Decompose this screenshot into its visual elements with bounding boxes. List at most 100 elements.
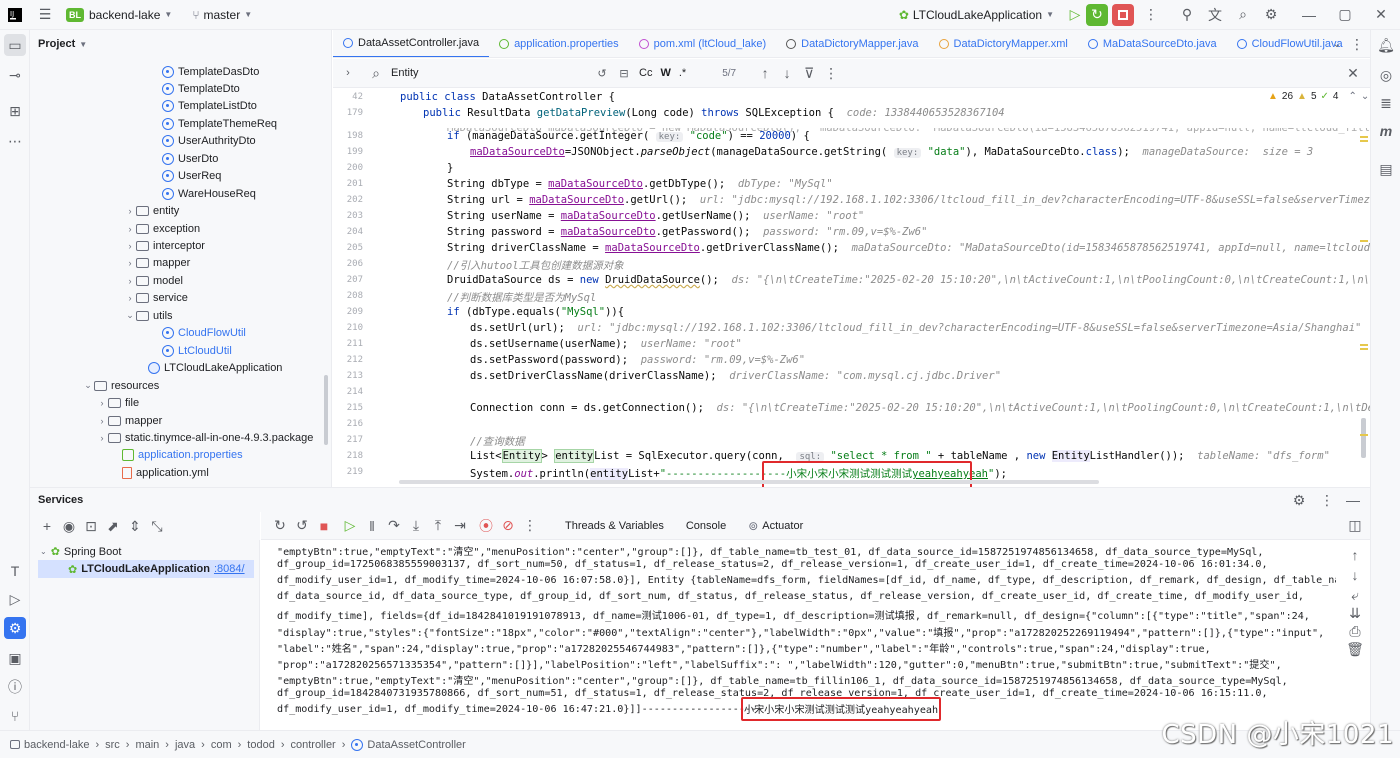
build-tool-icon[interactable]: T — [4, 560, 26, 582]
breakpoints-icon[interactable]: ⦿ — [475, 515, 497, 537]
breadcrumb-item[interactable]: controller — [290, 739, 335, 751]
chevron-right-icon[interactable]: › — [124, 258, 136, 268]
tree-item[interactable]: › exception — [124, 220, 201, 237]
tabs-overflow-icon[interactable]: ⌄ — [1326, 33, 1348, 55]
tree-scrollbar[interactable] — [324, 375, 328, 445]
git-tool-icon[interactable]: ⑂ — [4, 705, 26, 727]
problems-tool-icon[interactable]: ⓘ — [4, 676, 26, 698]
tree-item[interactable]: › interceptor — [124, 238, 205, 255]
chevron-down-icon[interactable]: ⌄ — [82, 380, 94, 391]
editor-vscrollbar[interactable] — [1361, 418, 1366, 458]
minimize-icon[interactable]: — — [1298, 4, 1320, 26]
gear-icon[interactable]: ⚙ — [1260, 4, 1282, 26]
more-icon[interactable]: ⋮ — [519, 515, 541, 537]
translate-icon[interactable]: 文 — [1204, 4, 1226, 26]
ai-assistant-icon[interactable]: ◎ — [1375, 64, 1397, 86]
find-input[interactable]: Entity — [391, 67, 591, 79]
run-config-selector[interactable]: ✿ LTCloudLakeApplication ▼ — [895, 4, 1058, 26]
chevron-up-icon[interactable]: ⌃ — [1348, 91, 1356, 102]
tree-item[interactable]: UserAuthrityDto — [150, 133, 256, 150]
add-user-icon[interactable]: ⚲ — [1176, 4, 1198, 26]
breadcrumb-item[interactable]: DataAssetController — [367, 739, 465, 751]
open-new-tab-icon[interactable]: ⬈ — [102, 515, 124, 537]
more-icon[interactable]: ⋮ — [820, 62, 842, 84]
expand-all-icon[interactable]: ⇕ — [124, 515, 146, 537]
rerun-icon[interactable]: ↻ — [269, 515, 291, 537]
tree-item[interactable]: › mapper — [124, 255, 191, 272]
chevron-right-icon[interactable]: › — [124, 276, 136, 286]
search-icon[interactable]: ⌕ — [1232, 4, 1254, 26]
step-over-icon[interactable]: ↷ — [383, 515, 405, 537]
maximize-icon[interactable]: ▢ — [1334, 4, 1356, 26]
add-service-icon[interactable]: + — [36, 515, 58, 537]
tree-item[interactable]: CloudFlowUtil — [150, 325, 246, 342]
pause-icon[interactable]: ‖ — [361, 515, 383, 537]
tab-5[interactable]: DataDictoryMapper.xml — [929, 30, 1078, 57]
commit-tool-icon[interactable]: ⊸ — [4, 64, 26, 86]
tab-6[interactable]: MaDataSourceDto.java — [1078, 30, 1227, 57]
tree-item[interactable]: UserReq — [150, 168, 221, 185]
more-icon[interactable]: ⋮ — [1140, 4, 1162, 26]
tree-item[interactable]: LtCloudUtil — [150, 342, 232, 359]
gradle-icon[interactable]: ▤ — [1375, 158, 1397, 180]
chevron-down-icon[interactable]: ⌄ — [124, 310, 136, 321]
run-to-cursor-icon[interactable]: ⇥ — [449, 515, 471, 537]
tree-item-spring-boot[interactable]: ⌄ ✿ Spring Boot — [40, 545, 121, 559]
whole-word-toggle[interactable]: W — [660, 67, 670, 79]
more-tools-icon[interactable]: ⋯ — [4, 130, 26, 152]
code-editor[interactable]: ▲ 26 ▲ 5 ✓ 4 ⌃ ⌄ 42 179 198 199 200 201 202 203 204… — [333, 88, 1370, 487]
terminal-tool-icon[interactable]: ▣ — [4, 647, 26, 669]
history-icon[interactable]: ↺ — [591, 62, 613, 84]
breadcrumb-item[interactable]: src — [105, 739, 120, 751]
chevron-right-icon[interactable]: › — [124, 293, 136, 303]
tree-item[interactable]: TemplateDasDto — [150, 63, 259, 80]
tree-item[interactable]: › entity — [124, 203, 180, 220]
tree-item[interactable]: application.yml — [110, 464, 209, 481]
breadcrumb-item[interactable]: backend-lake — [24, 739, 89, 751]
group-icon[interactable]: ⊡ — [80, 515, 102, 537]
chevron-right-icon[interactable]: › — [124, 224, 136, 234]
chevron-down-icon[interactable]: ⌄ — [1361, 91, 1369, 102]
tree-item[interactable]: TemplateThemeReq — [150, 115, 277, 132]
close-find-icon[interactable]: ✕ — [1342, 62, 1364, 84]
scroll-up-icon[interactable]: ↑ — [1344, 544, 1366, 566]
stop-icon[interactable]: ■ — [313, 515, 335, 537]
tabs-more-icon[interactable]: ⋮ — [1346, 33, 1368, 55]
tab-2[interactable]: application.properties — [489, 30, 629, 57]
editor-hscrollbar[interactable] — [399, 480, 1099, 484]
minimize-panel-icon[interactable]: — — [1342, 489, 1364, 511]
breadcrumb-item[interactable]: com — [211, 739, 232, 751]
tab-console[interactable]: Console — [686, 520, 726, 532]
inspection-widget[interactable]: ▲ 26 ▲ 5 ✓ 4 ⌃ ⌄ — [1268, 91, 1369, 102]
step-out-icon[interactable]: ⤒ — [427, 515, 449, 537]
main-menu-icon[interactable]: ☰ — [34, 4, 56, 26]
structure-tool-icon[interactable]: ⊞ — [4, 100, 26, 122]
tab-actuator[interactable]: Actuator — [762, 520, 803, 532]
expand-replace-icon[interactable]: › — [337, 62, 359, 84]
step-into-icon[interactable]: ⤓ — [405, 515, 427, 537]
tree-item[interactable]: ⌄ resources — [82, 377, 159, 394]
tree-item[interactable]: LTCloudLakeApplication — [136, 360, 282, 377]
more-icon[interactable]: ⋮ — [1316, 489, 1338, 511]
tree-item[interactable]: › mapper — [96, 412, 163, 429]
project-panel-header[interactable]: Project ▼ — [38, 38, 87, 50]
tree-item[interactable]: › model — [124, 272, 183, 289]
tree-item[interactable]: › file — [96, 395, 140, 412]
breadcrumb-item[interactable]: main — [135, 739, 159, 751]
show-icon[interactable]: ◉ — [58, 515, 80, 537]
branch-switcher[interactable]: ⑂ master ▼ — [188, 4, 256, 26]
stop-icon[interactable] — [1112, 3, 1134, 26]
tab-3[interactable]: pom.xml (ltCloud_lake) — [629, 30, 776, 57]
tree-item-app[interactable]: ✿ LTCloudLakeApplication :8084/ — [38, 560, 254, 578]
clear-icon[interactable]: 🗑︎ — [1344, 638, 1366, 660]
tab-threads-variables[interactable]: Threads & Variables — [565, 520, 664, 532]
close-icon[interactable]: ✕ — [1370, 4, 1392, 26]
app-port-link[interactable]: :8084/ — [214, 563, 245, 575]
rerun-icon[interactable]: ↻ — [1086, 3, 1108, 26]
tree-item[interactable]: UserDto — [150, 150, 218, 167]
gear-icon[interactable]: ⚙ — [1288, 489, 1310, 511]
layout-icon[interactable]: ◫ — [1344, 515, 1366, 537]
resume-icon[interactable]: ▷ — [339, 515, 361, 537]
tree-item[interactable]: WareHouseReq — [150, 185, 256, 202]
scroll-down-icon[interactable]: ↓ — [1344, 564, 1366, 586]
